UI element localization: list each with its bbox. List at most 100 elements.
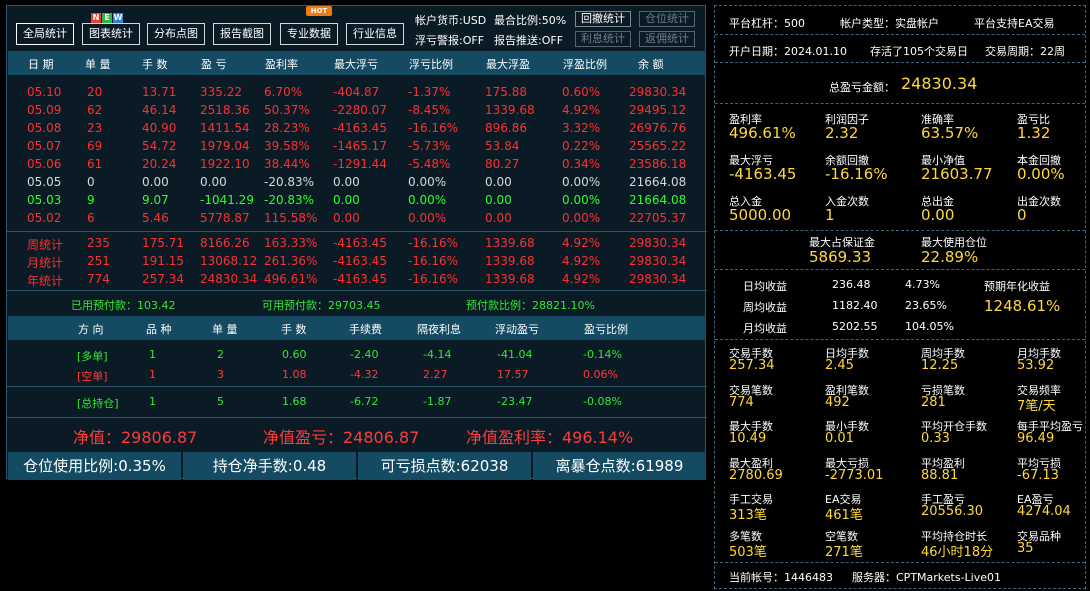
trade-metric-value: -67.13 [1017, 467, 1059, 483]
margin-call-points: 离暴仓点数:61989 [533, 452, 706, 480]
cell-date: 05.08 [27, 121, 62, 135]
stats-panel: N E W HOT 全局统计 图表统计 分布点图 报告截图 专业数据 行业信息 … [6, 5, 707, 480]
used-margin: 已用预付款：103.42 [71, 299, 176, 312]
table-row[interactable]: 05.03 9 9.07 -1041.29 -20.83% 0.00 0.00% 0.00 0.… [7, 191, 707, 209]
pos-cell-fee: -4.32 [350, 368, 379, 381]
cell-float-loss-ratio: -16.16% [408, 272, 459, 286]
account-number: 当前帐号：1446483 [729, 571, 833, 584]
cell-orders: 9 [87, 193, 95, 207]
industry-info-button[interactable]: 行业信息 [346, 23, 404, 45]
float-alert[interactable]: 浮亏警报:OFF [415, 32, 484, 48]
col-float-profit-ratio: 浮盈比例 [563, 58, 607, 71]
cell-orders: 251 [87, 254, 110, 268]
withdraw-stats-button[interactable]: 回撤统计 [575, 11, 631, 27]
table-row[interactable]: 05.09 62 46.14 2518.36 50.37% -2280.07 -8.45% 1… [7, 101, 707, 119]
table-row[interactable]: 05.08 23 40.90 1411.54 28.23% -4163.45 -16.16%… [7, 119, 707, 137]
metric-value: 2.32 [825, 124, 859, 142]
pos-total-sym: 1 [149, 395, 156, 408]
position-row[interactable]: [多单] 1 2 0.60 -2.40 -4.14 -41.04 -0.14% [7, 346, 707, 364]
trade-metric-value: 35 [1017, 540, 1034, 556]
cell-rate: 6.70% [264, 85, 303, 99]
position-row[interactable]: [空单] 1 3 1.08 -4.32 2.27 17.57 0.06% [7, 366, 707, 384]
cell-float-profit-ratio: 0.00% [562, 193, 601, 207]
cell-max-float-profit: 80.27 [485, 157, 520, 171]
table-row[interactable]: 05.06 61 20.24 1922.10 38.44% -1291.44 -5.48% 8… [7, 155, 707, 173]
max-position-value: 22.89% [921, 248, 979, 266]
cell-lots: 191.15 [142, 254, 184, 268]
cell-balance: 29495.12 [629, 103, 687, 117]
return-label: 日均收益 [743, 280, 787, 293]
cell-max-float-loss: 0.00 [333, 193, 360, 207]
position-total[interactable]: [总持仓] 1 5 1.68 -6.72 -1.87 -23.47 -0.08% [7, 393, 707, 411]
metric-value: -4163.45 [729, 165, 797, 183]
trade-metric-value: 271笔 [825, 544, 863, 560]
global-stats-button[interactable]: 全局统计 [16, 23, 74, 45]
position-stats-button[interactable]: 仓位统计 [639, 11, 695, 27]
bottom-stat-bar: 仓位使用比例:0.35% 持仓净手数:0.48 可亏损点数:62038 离暴仓点… [8, 452, 706, 480]
annual-value: 1248.61% [984, 297, 1061, 315]
daily-table-header: 日 期 单 量 手 数 盈 亏 盈利率 最大浮亏 浮亏比例 最大浮盈 浮盈比例 … [8, 51, 706, 75]
cell-rate: 163.33% [264, 236, 318, 250]
account-type: 帐户类型：实盘帐户 [840, 17, 939, 30]
cell-float-loss-ratio: -16.16% [408, 254, 459, 268]
cell-max-float-loss: -404.87 [333, 85, 380, 99]
cell-rate: 38.44% [264, 157, 310, 171]
col-lots: 手 数 [142, 58, 168, 71]
pos-cell-lots: 0.60 [282, 348, 307, 361]
table-row[interactable]: 05.07 69 54.72 1979.04 39.58% -1465.17 -5.73% 5… [7, 137, 707, 155]
cell-float-profit-ratio: 4.92% [562, 103, 601, 117]
metric-value: -16.16% [825, 165, 888, 183]
cell-rate: 50.37% [264, 103, 310, 117]
ea-support: 平台支持EA交易 [974, 17, 1055, 30]
metric-value: 5000.00 [729, 206, 792, 224]
interest-stats-button[interactable]: 利息统计 [575, 31, 631, 47]
col-date: 日 期 [28, 58, 54, 71]
trade-metric-value: 0.33 [921, 431, 950, 446]
cell-orders: 0 [87, 175, 95, 189]
cell-float-loss-ratio: -8.45% [408, 103, 451, 117]
cell-pnl: 13068.12 [200, 254, 258, 268]
rebate-stats-button[interactable]: 返佣统计 [639, 31, 695, 47]
chart-stats-button[interactable]: 图表统计 [82, 23, 140, 45]
col-swap: 隔夜利息 [417, 323, 461, 336]
table-row[interactable]: 05.02 6 5.46 5778.87 115.58% 0.00 0.00% 0.00 0.0… [7, 209, 707, 227]
new-letter-w: W [113, 13, 123, 23]
table-row[interactable]: 05.05 0 0.00 0.00 -20.83% 0.00 0.00% 0.00 0.00% 2… [7, 173, 707, 191]
col-pos-orders: 单 量 [212, 323, 238, 336]
trade-metric-value: 2.45 [825, 358, 854, 373]
cell-pnl: 0.00 [200, 175, 227, 189]
hot-badge: HOT [306, 6, 332, 16]
return-pct: 4.73% [905, 278, 940, 291]
report-screenshot-button[interactable]: 报告截图 [213, 23, 271, 45]
metric-value: 0.00 [921, 206, 955, 224]
trade-metric-value: 96.49 [1017, 431, 1055, 446]
cell-max-float-loss: -1291.44 [333, 157, 387, 171]
table-row[interactable]: 05.10 20 13.71 335.22 6.70% -404.87 -1.37% 175.… [7, 83, 707, 101]
cell-balance: 29830.34 [629, 85, 687, 99]
cell-pnl: 1411.54 [200, 121, 250, 135]
cell-lots: 175.71 [142, 236, 184, 250]
pro-data-button[interactable]: 专业数据 [280, 23, 338, 45]
cell-pnl: 2518.36 [200, 103, 250, 117]
cell-rate: 496.61% [264, 272, 318, 286]
cell-lots: 13.71 [142, 85, 177, 99]
new-letter-n: N [91, 13, 101, 23]
pos-total-dir: [总持仓] [77, 397, 119, 410]
open-date: 开户日期：2024.01.10 [729, 45, 847, 58]
report-push[interactable]: 报告推送:OFF [494, 32, 563, 48]
cell-float-profit-ratio: 0.00% [562, 211, 601, 225]
pos-cell-float: -41.04 [497, 348, 533, 361]
return-pct: 104.05% [905, 320, 954, 333]
col-max-float-loss: 最大浮亏 [334, 58, 378, 71]
metric-value: 1 [825, 206, 835, 224]
metric-value: 0 [1017, 206, 1027, 224]
cell-max-float-loss: -4163.45 [333, 254, 387, 268]
cell-lots: 54.72 [142, 139, 177, 153]
cell-balance: 23586.18 [629, 157, 687, 171]
cell-float-loss-ratio: -5.48% [408, 157, 451, 171]
distribution-plot-button[interactable]: 分布点图 [147, 23, 205, 45]
metric-value: 0.00% [1017, 165, 1065, 183]
cell-max-float-profit: 1339.68 [485, 103, 535, 117]
trade-metric-value: 492 [825, 394, 850, 410]
cell-float-profit-ratio: 0.22% [562, 139, 601, 153]
